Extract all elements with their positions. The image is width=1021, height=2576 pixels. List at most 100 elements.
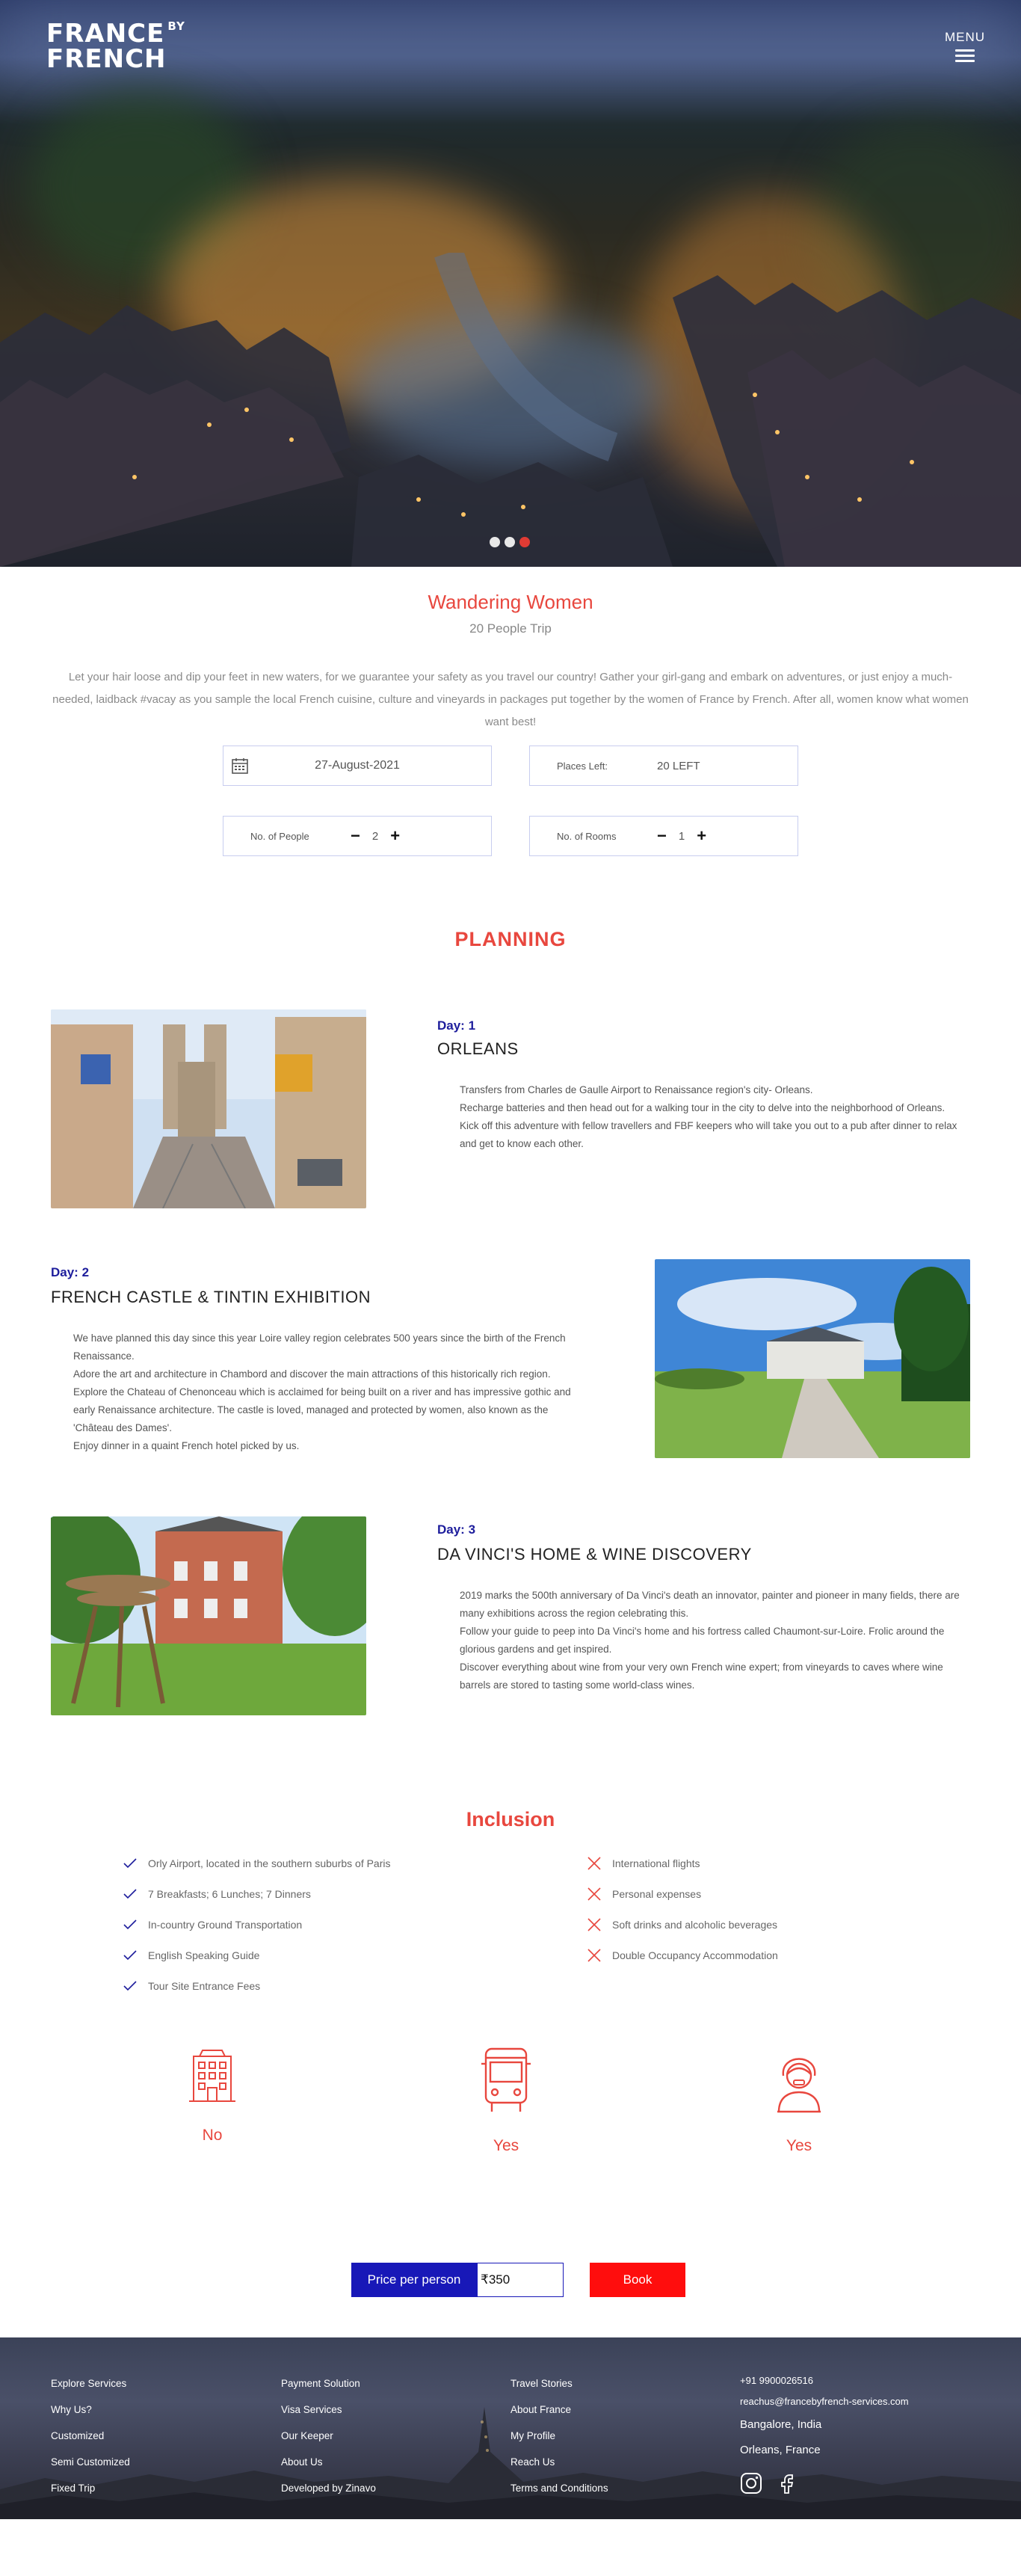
price-per-person-label: Price per person <box>351 2263 477 2297</box>
instagram-icon[interactable] <box>740 2472 762 2494</box>
location-india: Bangalore, India <box>740 2418 822 2431</box>
footer-column-3: Travel Stories About France My Profile R… <box>510 2370 608 2501</box>
bus-availability: Yes <box>493 2137 519 2154</box>
rooms-count-value: 1 <box>678 829 685 843</box>
footer-link[interactable]: Customized <box>51 2423 130 2449</box>
day-paragraph: Kick off this adventure with fellow trav… <box>460 1120 957 1149</box>
amenity-bus: Yes <box>450 2046 562 2155</box>
rooms-plus-button[interactable]: + <box>697 828 706 844</box>
excluded-item: Personal expenses <box>587 1878 778 1909</box>
included-item: Tour Site Entrance Fees <box>123 1970 391 2001</box>
included-item: In-country Ground Transportation <box>123 1909 391 1940</box>
day-block: Day: 2 FRENCH CASTLE & TINTIN EXHIBITION… <box>0 1259 1021 1460</box>
places-left-box: Places Left: 20 LEFT <box>529 746 798 786</box>
carousel-dot-active[interactable] <box>519 537 530 547</box>
day-paragraph: Recharge batteries and then head out for… <box>460 1102 946 1113</box>
included-item: English Speaking Guide <box>123 1940 391 1970</box>
inclusion-title: Inclusion <box>466 1808 555 1830</box>
day-label: Day: 1 <box>437 1018 476 1033</box>
amenity-guide: Yes <box>743 2046 855 2155</box>
footer-link[interactable]: About France <box>510 2397 608 2423</box>
day-paragraph: We have planned this day since this year… <box>73 1332 566 1362</box>
menu-label: MENU <box>944 30 985 44</box>
day-paragraph: Discover everything about wine from your… <box>460 1662 943 1691</box>
day-block: Day: 1 ORLEANS Transfers from Charles de… <box>0 1009 1021 1210</box>
facebook-icon[interactable] <box>776 2472 798 2494</box>
places-left-label: Places Left: <box>557 760 608 772</box>
people-count-label: No. of People <box>250 830 309 842</box>
check-icon <box>123 1980 148 1992</box>
people-count-value: 2 <box>371 829 379 843</box>
hamburger-icon <box>954 49 975 62</box>
included-item: 7 Breakfasts; 6 Lunches; 7 Dinners <box>123 1878 391 1909</box>
people-plus-button[interactable]: + <box>390 828 400 844</box>
menu-button[interactable]: MENU <box>945 30 985 65</box>
hero-town-illustration <box>0 253 1021 567</box>
carousel-dot[interactable] <box>505 537 515 547</box>
footer-column-2: Payment Solution Visa Services Our Keepe… <box>281 2370 376 2501</box>
bus-icon <box>481 2047 531 2112</box>
logo-text-by: BY <box>167 19 185 33</box>
date-picker[interactable]: 27-August-2021 <box>223 746 492 786</box>
cross-icon <box>587 1917 612 1932</box>
footer: Explore Services Why Us? Customized Semi… <box>0 2337 1021 2519</box>
amenity-hotel: No <box>156 2046 268 2145</box>
inclusion-lists: Orly Airport, located in the southern su… <box>0 1834 1021 2010</box>
rooms-count-box: No. of Rooms − 1 + <box>529 816 798 856</box>
day-description: Transfers from Charles de Gaulle Airport… <box>460 1081 972 1153</box>
footer-link[interactable]: Visa Services <box>281 2397 376 2423</box>
footer-link[interactable]: Semi Customized <box>51 2449 130 2475</box>
footer-link[interactable]: Why Us? <box>51 2397 130 2423</box>
book-button[interactable]: Book <box>590 2263 685 2297</box>
selected-date: 27-August-2021 <box>315 759 400 772</box>
castle-photo <box>655 1259 970 1458</box>
included-list: Orly Airport, located in the southern su… <box>123 1848 391 2001</box>
people-minus-button[interactable]: − <box>351 828 360 844</box>
location-france: Orleans, France <box>740 2444 821 2456</box>
hotel-icon <box>189 2050 235 2102</box>
footer-link[interactable]: Travel Stories <box>510 2370 608 2397</box>
day-paragraph: 2019 marks the 500th anniversary of Da V… <box>460 1590 960 1619</box>
day-title: FRENCH CASTLE & TINTIN EXHIBITION <box>51 1288 371 1306</box>
amenities-section: No Yes Yes <box>0 2010 1021 2242</box>
guide-icon <box>777 2058 821 2113</box>
day-title: DA VINCI'S HOME & WINE DISCOVERY <box>437 1545 752 1564</box>
site-logo[interactable]: FRANCE BY FRENCH <box>46 19 185 74</box>
day-label: Day: 3 <box>437 1522 476 1537</box>
footer-link[interactable]: Our Keeper <box>281 2423 376 2449</box>
footer-link[interactable]: Reach Us <box>510 2449 608 2475</box>
day-paragraph: Explore the Chateau of Chenonceau which … <box>73 1386 571 1433</box>
footer-link[interactable]: My Profile <box>510 2423 608 2449</box>
contact-email[interactable]: reachus@francebyfrench-services.com <box>740 2391 909 2412</box>
rooms-count-label: No. of Rooms <box>557 830 617 842</box>
excluded-item: Soft drinks and alcoholic beverages <box>587 1909 778 1940</box>
people-count-box: No. of People − 2 + <box>223 816 492 856</box>
footer-link[interactable]: Explore Services <box>51 2370 130 2397</box>
check-icon <box>123 1857 148 1869</box>
excluded-list: International flights Personal expenses … <box>587 1848 778 1970</box>
footer-link[interactable]: Fixed Trip <box>51 2475 130 2501</box>
contact-phone[interactable]: +91 9900026516 <box>740 2370 909 2391</box>
price-section: Price per person ₹350 Book <box>0 2242 1021 2337</box>
calendar-icon <box>232 758 248 774</box>
footer-link[interactable]: About Us <box>281 2449 376 2475</box>
rooms-stepper: − 1 + <box>657 828 706 844</box>
social-links <box>740 2472 909 2494</box>
footer-link[interactable]: Payment Solution <box>281 2370 376 2397</box>
check-icon <box>123 1888 148 1900</box>
check-icon <box>123 1949 148 1961</box>
booking-fields: 27-August-2021 Places Left: 20 LEFT No. … <box>223 746 798 856</box>
day-description: 2019 marks the 500th anniversary of Da V… <box>460 1587 972 1694</box>
cross-icon <box>587 1887 612 1902</box>
included-item: Orly Airport, located in the southern su… <box>123 1848 391 1878</box>
excluded-item: Double Occupancy Accommodation <box>587 1940 778 1970</box>
carousel-dot[interactable] <box>490 537 500 547</box>
hotel-availability: No <box>202 2127 223 2144</box>
rooms-minus-button[interactable]: − <box>657 828 667 844</box>
day-paragraph: Follow your guide to peep into Da Vinci'… <box>460 1626 945 1655</box>
footer-link[interactable]: Terms and Conditions <box>510 2475 608 2501</box>
footer-link[interactable]: Developed by Zinavo <box>281 2475 376 2501</box>
places-left-value: 20 LEFT <box>657 759 700 772</box>
orleans-photo <box>51 1009 366 1208</box>
logo-text-french: FRENCH <box>46 44 167 74</box>
